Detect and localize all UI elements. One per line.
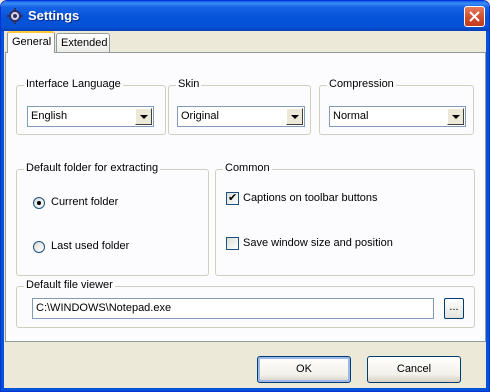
- last-used-folder-label[interactable]: Last used folder: [51, 240, 129, 252]
- general-tab-panel: Interface Language English Skin Original…: [5, 52, 486, 342]
- compression-dropdown[interactable]: Normal: [329, 106, 466, 127]
- window-border-right: [486, 31, 489, 391]
- save-window-label[interactable]: Save window size and position: [243, 237, 393, 249]
- skin-value: Original: [181, 110, 219, 122]
- default-folder-group: Default folder for extracting Current fo…: [16, 162, 209, 276]
- skin-legend: Skin: [176, 78, 202, 90]
- last-used-folder-radio[interactable]: [33, 241, 45, 253]
- compression-value: Normal: [333, 110, 369, 122]
- viewer-path-value: C:\WINDOWS\Notepad.exe: [36, 302, 172, 314]
- window-border-bottom: [1, 388, 489, 391]
- tab-general-label: General: [12, 36, 52, 48]
- gear-icon: [7, 8, 23, 24]
- window-title: Settings: [28, 8, 80, 23]
- tab-general[interactable]: General: [7, 31, 55, 53]
- default-viewer-legend: Default file viewer: [24, 279, 115, 291]
- default-folder-legend: Default folder for extracting: [24, 162, 161, 174]
- common-group: Common Captions on toolbar buttons Save …: [215, 162, 475, 276]
- compression-legend: Compression: [327, 78, 396, 90]
- current-folder-label[interactable]: Current folder: [51, 196, 118, 208]
- common-legend: Common: [223, 162, 272, 174]
- window-border-left: [1, 31, 4, 391]
- skin-dropdown[interactable]: Original: [177, 106, 305, 127]
- cancel-button[interactable]: Cancel: [367, 356, 461, 383]
- default-viewer-group: Default file viewer C:\WINDOWS\Notepad.e…: [16, 279, 475, 328]
- viewer-path-field[interactable]: C:\WINDOWS\Notepad.exe: [32, 298, 434, 319]
- save-window-checkbox[interactable]: [226, 237, 239, 250]
- tab-extended-label: Extended: [61, 37, 108, 49]
- ok-button[interactable]: OK: [257, 356, 351, 383]
- current-folder-radio[interactable]: [33, 197, 45, 209]
- interface-language-value: English: [31, 110, 68, 122]
- interface-language-dropdown[interactable]: English: [27, 106, 154, 127]
- chevron-down-icon[interactable]: [135, 108, 152, 125]
- close-button[interactable]: [464, 6, 485, 27]
- captions-checkbox[interactable]: [226, 191, 239, 205]
- compression-group: Compression Normal: [319, 78, 474, 135]
- interface-language-legend: Interface Language: [24, 78, 123, 90]
- chevron-down-icon[interactable]: [286, 108, 303, 125]
- skin-group: Skin Original: [168, 78, 311, 135]
- chevron-down-icon[interactable]: [447, 108, 464, 125]
- captions-label[interactable]: Captions on toolbar buttons: [243, 192, 378, 204]
- browse-button[interactable]: ...: [444, 298, 464, 319]
- interface-language-group: Interface Language English: [16, 78, 166, 135]
- title-bar[interactable]: Settings: [1, 1, 489, 31]
- tab-extended[interactable]: Extended: [56, 33, 110, 53]
- close-x-icon: [469, 11, 480, 22]
- settings-window: Settings General Extended Interface Lang…: [0, 0, 490, 392]
